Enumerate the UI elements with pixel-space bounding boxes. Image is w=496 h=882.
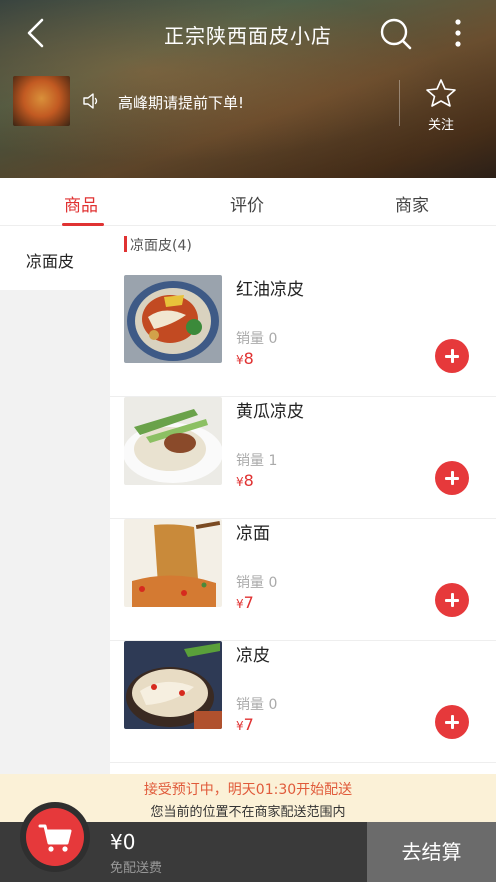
cart-icon [38, 824, 72, 852]
price-value: 7 [243, 715, 254, 734]
product-image [124, 641, 222, 729]
follow-label: 关注 [427, 118, 454, 133]
store-notice: 高峰期请提前下单! [118, 94, 245, 112]
product-image [124, 397, 222, 485]
checkout-button[interactable]: 去结算 [367, 822, 496, 882]
search-button[interactable] [378, 16, 414, 52]
top-bar: 正宗陕西面皮小店 [0, 0, 496, 68]
search-icon [380, 18, 412, 50]
cart-button[interactable] [26, 808, 84, 866]
preorder-notice: 接受预订中，明天01:30开始配送 [143, 782, 353, 798]
category-item[interactable]: 凉面皮 [0, 226, 110, 290]
section-marker [124, 236, 127, 252]
store-info: 高峰期请提前下单! 关注 [0, 74, 496, 134]
cart-button-wrapper [20, 802, 90, 872]
price-value: 8 [243, 349, 254, 368]
product-item[interactable]: 红油凉皮 销量 0 ¥8 [110, 275, 496, 397]
section-title: 凉面皮(4) [130, 238, 192, 254]
add-to-cart-button[interactable] [435, 461, 469, 495]
product-price: ¥7 [236, 715, 254, 734]
star-icon [426, 79, 456, 107]
category-label: 凉面皮 [26, 252, 75, 271]
product-item[interactable]: 凉面 销量 0 ¥7 [110, 519, 496, 641]
currency-symbol: ¥ [236, 475, 244, 489]
follow-button[interactable]: 关注 [418, 78, 464, 133]
tab-bar: 商品 评价 商家 [0, 178, 496, 226]
store-title: 正宗陕西面皮小店 [164, 24, 332, 48]
speaker-icon [83, 93, 98, 109]
product-sales: 销量 0 [236, 697, 278, 713]
product-sales: 销量 1 [236, 453, 278, 469]
product-name: 黄瓜凉皮 [236, 402, 304, 422]
product-name: 凉皮 [236, 646, 270, 666]
add-to-cart-button[interactable] [435, 339, 469, 373]
product-list: 凉面皮(4) 红油凉皮 销量 0 ¥8 黄瓜凉皮 销量 1 ¥8 凉面 销量 0… [110, 226, 496, 774]
price-value: 8 [243, 471, 254, 490]
product-sales: 销量 0 [236, 331, 278, 347]
product-image [124, 275, 222, 363]
more-vertical-icon [455, 19, 461, 47]
price-value: 7 [243, 593, 254, 612]
currency-symbol: ¥ [236, 597, 244, 611]
product-name: 凉面 [236, 524, 270, 544]
tab-reviews[interactable]: 评价 [230, 191, 264, 216]
currency-symbol: ¥ [236, 353, 244, 367]
product-image [124, 519, 222, 607]
product-sales: 销量 0 [236, 575, 278, 591]
tab-products[interactable]: 商品 [64, 191, 98, 216]
delivery-fee-note: 免配送费 [110, 861, 163, 876]
product-price: ¥8 [236, 349, 254, 368]
currency-symbol: ¥ [236, 719, 244, 733]
tab-merchant[interactable]: 商家 [395, 191, 429, 216]
add-to-cart-button[interactable] [435, 583, 469, 617]
product-item[interactable]: 黄瓜凉皮 销量 1 ¥8 [110, 397, 496, 519]
product-price: ¥7 [236, 593, 254, 612]
category-sidebar: 凉面皮 [0, 226, 110, 774]
product-item[interactable]: 凉皮 销量 0 ¥7 [110, 641, 496, 763]
store-header: 正宗陕西面皮小店 高峰期请提前下单! 关注 [0, 0, 496, 178]
cart-total: ¥0 [110, 830, 136, 854]
divider [399, 80, 400, 126]
store-logo [13, 76, 70, 126]
more-button[interactable] [444, 16, 472, 52]
product-price: ¥8 [236, 471, 254, 490]
product-name: 红油凉皮 [236, 280, 304, 300]
add-to-cart-button[interactable] [435, 705, 469, 739]
